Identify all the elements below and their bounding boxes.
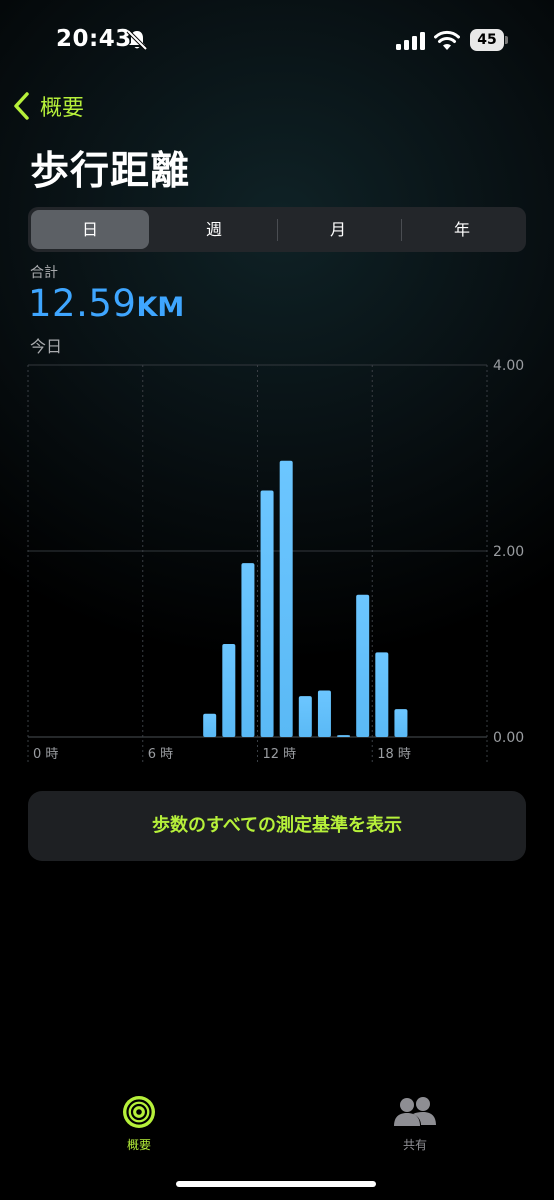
y-tick-label: 4.00 [493,358,524,374]
x-tick-label: 12 時 [263,747,297,762]
activity-rings-icon [123,1096,155,1128]
distance-chart-svg: 4.00 2.00 0.00 0 時 6 時 12 時 18 時 [27,358,524,765]
chart-bar [260,490,274,737]
chart-bar [241,563,255,737]
chart-bar [279,460,293,737]
total-distance: 12.59KM [28,282,184,325]
status-time: 20:43 [56,26,132,52]
x-tick-label: 6 時 [148,747,173,762]
people-icon [394,1097,436,1126]
total-label: 合計 [30,265,58,281]
chart-bar [203,713,217,737]
chart-bar [337,735,351,737]
x-tick-label: 0 時 [33,747,58,762]
chart-bar [298,696,312,737]
segment-day[interactable]: 日 [31,210,149,249]
total-distance-value: 12.59 [28,282,137,325]
tab-summary-label: 概要 [126,1138,151,1152]
period-segmented-control: 日 週 月 年 [28,207,526,252]
bell-slash-icon [126,29,148,51]
tab-sharing[interactable]: 共有 [365,1094,465,1153]
back-label: 概要 [40,96,85,121]
chart-bar [222,644,236,737]
cellular-signal-icon [396,32,425,50]
segment-year[interactable]: 年 [403,210,521,249]
page-title: 歩行距離 [30,149,191,194]
home-indicator [176,1181,376,1187]
chart-bar [394,709,408,737]
battery-icon: 45 [470,29,508,51]
segment-week[interactable]: 週 [155,210,273,249]
battery-level: 45 [470,29,504,51]
chevron-left-icon [14,92,29,120]
chart-bar [317,690,331,737]
chart-bar [375,652,389,737]
segment-month[interactable]: 月 [279,210,397,249]
tab-summary[interactable]: 概要 [89,1094,189,1153]
back-button[interactable]: 概要 [10,86,84,126]
chart-bar [356,594,370,737]
y-tick-label: 0.00 [493,730,524,746]
x-tick-label: 18 時 [377,747,411,762]
y-tick-label: 2.00 [493,544,524,560]
tab-sharing-label: 共有 [402,1138,427,1152]
wifi-icon [434,30,460,50]
total-distance-unit: KM [136,292,185,323]
show-all-metrics-button[interactable]: 歩数のすべての測定基準を表示 [28,791,526,861]
status-bar: 20:43 45 [0,0,554,84]
distance-chart[interactable]: 4.00 2.00 0.00 0 時 6 時 12 時 18 時 [0,352,554,772]
